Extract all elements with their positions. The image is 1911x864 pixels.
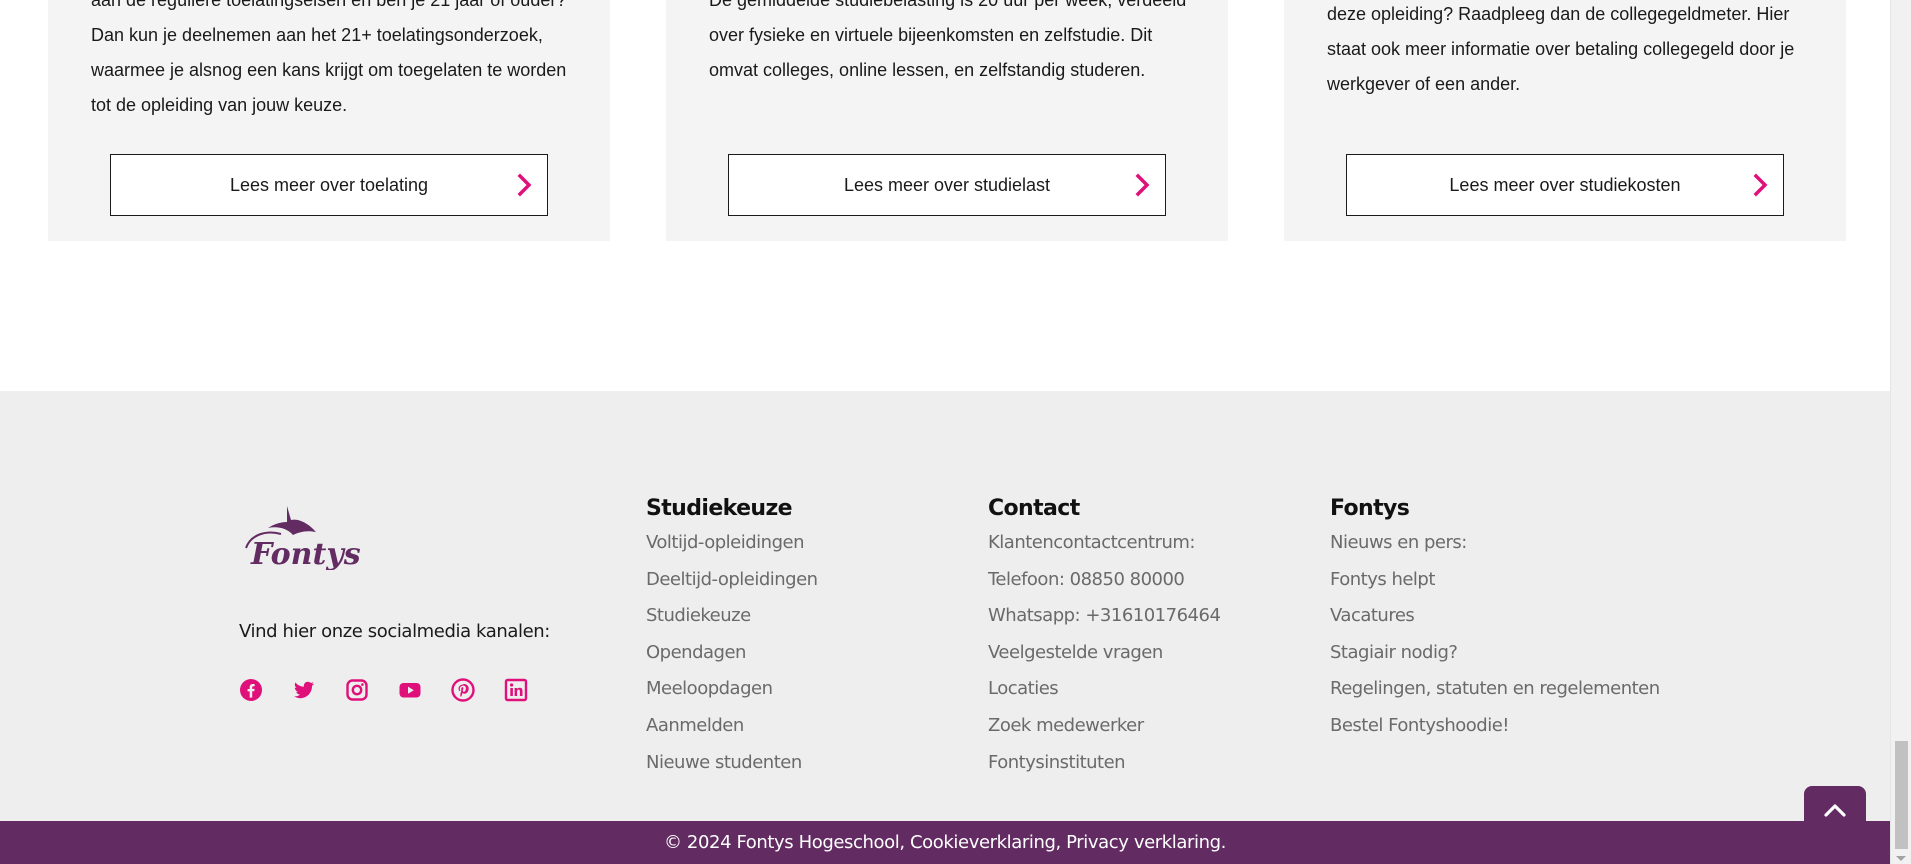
card-toelating: aan de reguliere toelatingseisen en ben … [48, 0, 610, 241]
footer-link[interactable]: Zoek medewerker [988, 708, 1220, 745]
logo-wordmark: Fontys [250, 537, 361, 570]
youtube-icon[interactable] [398, 678, 422, 702]
footer-column-fontys: Fontys Nieuws en pers: Fontys helpt Vaca… [1330, 493, 1660, 745]
footer-link[interactable]: Fontysinstituten [988, 745, 1220, 782]
footer-link[interactable]: Regelingen, statuten en regelementen [1330, 671, 1660, 708]
footer-link[interactable]: Whatsapp: +31610176464 [988, 598, 1221, 635]
card-text-line: over fysieke en virtuele bijeenkomsten e… [709, 25, 1153, 45]
button-label: Lees meer over studiekosten [1449, 174, 1681, 195]
card-studiekosten: deze opleiding? Raadpleeg dan de college… [1284, 0, 1846, 241]
footer-link[interactable]: Bestel Fontyshoodie! [1330, 708, 1660, 745]
facebook-icon[interactable] [239, 678, 263, 702]
footer-link[interactable]: Studiekeuze [646, 598, 818, 635]
social-links [239, 678, 528, 702]
linkedin-icon[interactable] [504, 678, 528, 702]
site-footer: Fontys Vind hier onze socialmedia kanale… [0, 391, 1890, 821]
page-scrollbar[interactable] [1890, 0, 1911, 864]
social-heading: Vind hier onze socialmedia kanalen: [239, 621, 550, 642]
footer-column-studiekeuze: Studiekeuze Voltijd-opleidingen Deeltijd… [646, 493, 818, 781]
scroll-down-arrow-icon[interactable] [1896, 856, 1906, 861]
footer-link[interactable]: Fontys helpt [1330, 562, 1660, 599]
column-links: Nieuws en pers: Fontys helpt Vacatures S… [1330, 525, 1660, 745]
card-text-line: Dan kun je deelnemen aan het 21+ toelati… [91, 25, 543, 45]
fontys-logo[interactable]: Fontys [243, 504, 363, 570]
card-text-line: aan de reguliere toelatingseisen en ben … [91, 0, 567, 10]
column-title: Contact [988, 496, 1080, 521]
footer-link[interactable]: Voltijd-opleidingen [646, 525, 818, 562]
chevron-right-icon [1135, 173, 1150, 197]
card-text-line: werkgever of een ander. [1327, 74, 1521, 94]
instagram-icon[interactable] [345, 678, 369, 702]
footer-link[interactable]: Opendagen [646, 635, 818, 672]
card-text-line: deze opleiding? Raadpleeg dan de college… [1327, 4, 1790, 24]
footer-link[interactable]: Aanmelden [646, 708, 818, 745]
chevron-up-icon [1824, 804, 1846, 817]
back-to-top-button[interactable] [1804, 786, 1866, 840]
footer-link[interactable]: Deeltijd-opleidingen [646, 562, 818, 599]
column-title: Fontys [1330, 496, 1410, 521]
chevron-right-icon [1753, 173, 1768, 197]
card-text-line: staat ook meer informatie over betaling … [1327, 39, 1795, 59]
button-label: Lees meer over studielast [843, 174, 1051, 195]
footer-link[interactable]: Telefoon: 08850 80000 [988, 562, 1220, 599]
column-title: Studiekeuze [646, 496, 793, 521]
footer-text: Nieuws en pers: [1330, 532, 1467, 553]
column-links: Klantencontactcentrum: Telefoon: 08850 8… [988, 525, 1221, 782]
footer-column-contact: Contact Klantencontactcentrum: Telefoon:… [988, 493, 1221, 782]
read-more-studielast-button[interactable]: Lees meer over studielast [728, 154, 1166, 216]
footer-link[interactable]: Veelgestelde vragen [988, 635, 1220, 672]
read-more-studiekosten-button[interactable]: Lees meer over studiekosten [1346, 154, 1784, 216]
scrollbar-thumb[interactable] [1895, 741, 1908, 849]
chevron-right-icon [517, 173, 532, 197]
card-text-line: waarmee je alsnog een kans krijgt om toe… [91, 60, 567, 80]
copyright-bar: © 2024 Fontys Hogeschool, Cookieverklari… [0, 821, 1890, 864]
card-text: De gemiddelde studiebelasting is 20 uur … [709, 0, 1192, 88]
column-links: Voltijd-opleidingen Deeltijd-opleidingen… [646, 525, 818, 781]
card-text-line: De gemiddelde studiebelasting is 20 uur … [709, 0, 1187, 10]
footer-text: Klantencontactcentrum: [988, 532, 1196, 553]
footer-link[interactable]: Nieuwe studenten [646, 745, 818, 782]
button-label: Lees meer over toelating [229, 174, 429, 195]
twitter-icon[interactable] [292, 678, 316, 702]
footer-link[interactable]: Locaties [988, 671, 1220, 708]
card-text: aan de reguliere toelatingseisen en ben … [91, 0, 574, 123]
footer-link[interactable]: Stagiair nodig? [1330, 635, 1660, 672]
card-text: deze opleiding? Raadpleeg dan de college… [1327, 0, 1810, 102]
read-more-toelating-button[interactable]: Lees meer over toelating [110, 154, 548, 216]
pinterest-icon[interactable] [451, 678, 475, 702]
info-cards: aan de reguliere toelatingseisen en ben … [48, 0, 1846, 241]
card-text-line: tot de opleiding van jouw keuze. [91, 95, 348, 115]
footer-link[interactable]: Meeloopdagen [646, 671, 818, 708]
card-studielast: De gemiddelde studiebelasting is 20 uur … [666, 0, 1228, 241]
card-text-line: omvat colleges, online lessen, en zelfst… [709, 60, 1146, 80]
copyright-text[interactable]: © 2024 Fontys Hogeschool, Cookieverklari… [664, 832, 1226, 853]
footer-link[interactable]: Vacatures [1330, 598, 1660, 635]
